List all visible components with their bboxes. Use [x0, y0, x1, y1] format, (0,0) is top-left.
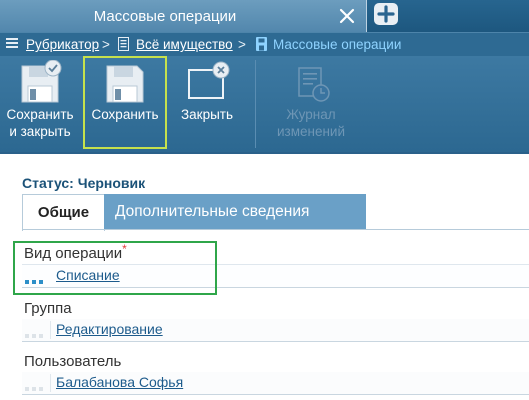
user-label: Пользователь — [24, 353, 122, 370]
user-field[interactable]: Балабанова Софья — [22, 372, 529, 395]
operation-type-highlight — [13, 241, 217, 295]
tab-title: Массовые операции — [93, 8, 237, 25]
floppy-check-icon — [16, 59, 64, 108]
window-close-icon — [183, 60, 231, 108]
change-log-label-2: изменений — [276, 124, 346, 139]
tab-bar: Массовые операции — [0, 0, 529, 32]
plus-icon — [377, 5, 395, 23]
tab-additional-info[interactable]: Дополнительные сведения — [104, 194, 366, 230]
ellipsis-icon — [25, 326, 43, 338]
breadcrumb-separator: > — [238, 37, 246, 52]
group-field[interactable]: Редактирование — [22, 319, 529, 342]
save-and-close-button[interactable]: Сохранить и закрыть — [0, 56, 80, 152]
toolbar-divider — [255, 60, 256, 148]
field-divider — [50, 374, 51, 392]
breadcrumb-rubricator[interactable]: Рубрикатор — [26, 37, 99, 52]
change-log-button[interactable]: Журнал изменений — [264, 56, 358, 152]
field-divider — [50, 321, 51, 339]
close-label: Закрыть — [181, 107, 233, 122]
journal-clock-icon — [287, 60, 335, 108]
document-icon — [118, 37, 129, 54]
status-label: Статус: Черновик — [22, 175, 146, 191]
tabs-underline — [22, 229, 529, 230]
save-small-icon — [256, 37, 267, 54]
breadcrumb: Рубрикатор > Всё имущество > Массовые оп… — [0, 32, 529, 58]
save-and-close-label-1: Сохранить — [6, 107, 74, 122]
tab-mass-operations[interactable]: Массовые операции — [0, 0, 367, 32]
save-and-close-label-2: и закрыть — [9, 124, 71, 139]
breadcrumb-current: Массовые операции — [273, 37, 402, 52]
toolbar: Сохранить и закрыть Сохранить Закрыть Жу… — [0, 56, 529, 154]
close-icon[interactable] — [336, 3, 358, 29]
close-button[interactable]: Закрыть — [168, 56, 246, 152]
group-label: Группа — [24, 300, 72, 317]
save-button-highlight — [83, 56, 167, 149]
user-value[interactable]: Балабанова Софья — [56, 374, 183, 390]
breadcrumb-separator: > — [102, 37, 110, 52]
breadcrumb-all-property[interactable]: Всё имущество — [136, 37, 233, 52]
group-value[interactable]: Редактирование — [56, 321, 163, 337]
ellipsis-icon — [25, 379, 43, 391]
change-log-label-1: Журнал — [286, 107, 336, 122]
list-icon — [6, 37, 18, 54]
tab-general[interactable]: Общие — [22, 194, 105, 231]
add-tab-button[interactable] — [374, 3, 398, 25]
